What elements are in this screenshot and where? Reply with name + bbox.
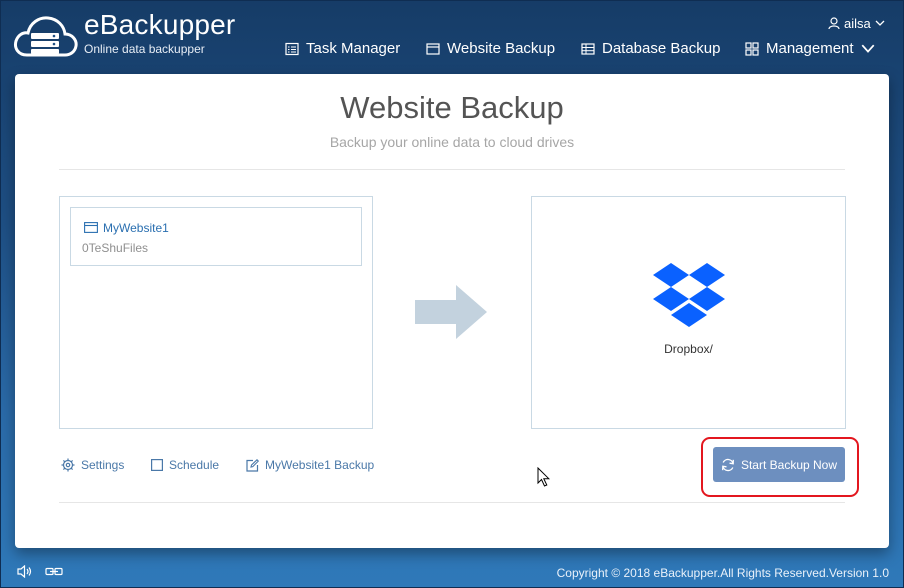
nav-label: Task Manager bbox=[306, 40, 401, 57]
database-table-icon bbox=[581, 42, 595, 55]
brand-title: eBackupper bbox=[84, 9, 236, 40]
destination-label: Dropbox/ bbox=[664, 342, 713, 356]
main-card: Website Backup Backup your online data t… bbox=[15, 74, 889, 548]
link-icon[interactable] bbox=[45, 565, 63, 578]
divider bbox=[59, 169, 845, 170]
user-icon bbox=[828, 17, 840, 30]
settings-button[interactable]: Settings bbox=[61, 458, 124, 472]
edit-icon bbox=[246, 458, 259, 472]
speaker-icon[interactable] bbox=[17, 565, 33, 578]
task-name-label: MyWebsite1 Backup bbox=[265, 458, 375, 472]
source-website-item[interactable]: MyWebsite1 0TeShuFiles bbox=[70, 207, 362, 266]
nav-website-backup[interactable]: Website Backup bbox=[426, 40, 555, 57]
browser-window-icon bbox=[426, 42, 440, 55]
refresh-icon bbox=[722, 458, 734, 471]
gear-icon bbox=[61, 458, 75, 472]
source-panel[interactable]: MyWebsite1 0TeShuFiles bbox=[59, 196, 373, 429]
page-subtitle: Backup your online data to cloud drives bbox=[329, 134, 575, 150]
nav-label: Management bbox=[766, 40, 854, 57]
schedule-label: Schedule bbox=[169, 458, 220, 472]
footer-tools bbox=[17, 565, 63, 578]
nav-database-backup[interactable]: Database Backup bbox=[581, 40, 720, 57]
cloud-server-logo-icon bbox=[14, 16, 78, 57]
task-list-icon bbox=[285, 42, 299, 55]
arrow-right-icon bbox=[415, 285, 487, 339]
divider bbox=[59, 502, 845, 503]
destination-panel[interactable]: Dropbox/ bbox=[531, 196, 846, 429]
nav-management[interactable]: Management bbox=[745, 40, 875, 57]
nav-task-manager[interactable]: Task Manager bbox=[285, 40, 400, 57]
task-name-button[interactable]: MyWebsite1 Backup bbox=[246, 458, 374, 472]
chevron-down-icon bbox=[875, 20, 885, 26]
dropbox-logo-icon bbox=[653, 263, 725, 327]
user-menu[interactable]: ailsa bbox=[828, 16, 885, 31]
source-website-name: MyWebsite1 bbox=[103, 221, 169, 235]
schedule-button[interactable]: Schedule bbox=[151, 458, 219, 472]
copyright-text: Copyright © 2018 eBackupper.All Rights R… bbox=[556, 566, 889, 580]
mouse-cursor-icon bbox=[537, 467, 551, 487]
page-title: Website Backup bbox=[340, 90, 564, 125]
browser-window-icon bbox=[84, 222, 98, 233]
grid-icon bbox=[745, 41, 759, 56]
settings-label: Settings bbox=[81, 458, 125, 472]
source-folder-name: 0TeShuFiles bbox=[82, 241, 149, 255]
start-backup-button[interactable]: Start Backup Now bbox=[713, 447, 845, 482]
start-backup-label: Start Backup Now bbox=[740, 457, 838, 472]
nav-label: Website Backup bbox=[447, 40, 556, 57]
brand-subtitle: Online data backupper bbox=[84, 42, 205, 56]
user-name: ailsa bbox=[844, 16, 871, 31]
nav-label: Database Backup bbox=[602, 40, 721, 57]
chevron-down-icon bbox=[861, 44, 874, 53]
checkbox-icon bbox=[151, 459, 163, 471]
